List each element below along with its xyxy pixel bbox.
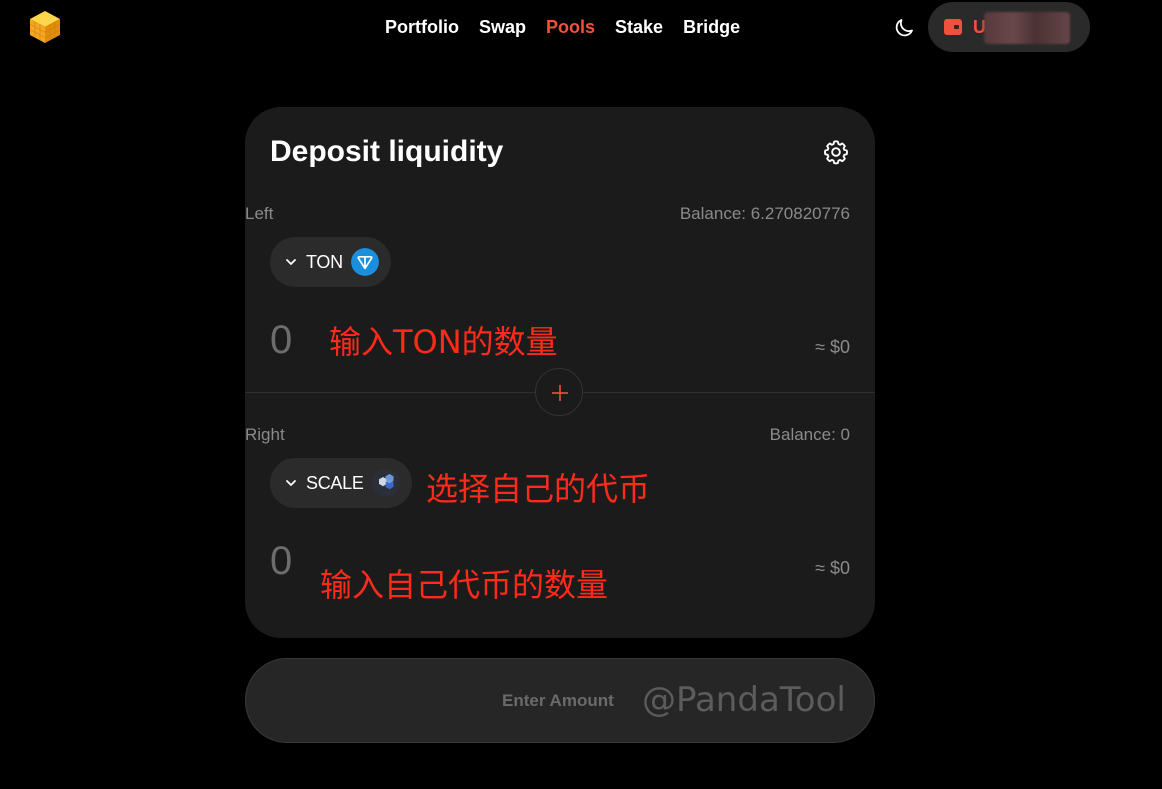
deposit-liquidity-card: Deposit liquidity Left Balance: 6.270820… (245, 107, 875, 638)
top-navigation-bar: Portfolio Swap Pools Stake Bridge U (0, 0, 1162, 56)
main-nav: Portfolio Swap Pools Stake Bridge (385, 17, 740, 38)
annotation-select-token: 选择自己的代币 (426, 470, 651, 508)
nav-stake[interactable]: Stake (615, 17, 663, 38)
page-title: Deposit liquidity (270, 135, 504, 168)
nav-bridge[interactable]: Bridge (683, 17, 740, 38)
right-usd-value: ≈ $0 (815, 558, 850, 578)
left-usd-value: ≈ $0 (815, 337, 850, 357)
right-balance: Balance: 0 (769, 425, 850, 444)
plus-button[interactable] (535, 368, 583, 416)
redacted-address (984, 12, 1070, 44)
annotation-enter-token-amount: 输入自己代币的数量 (320, 566, 609, 604)
enter-amount-button[interactable]: Enter Amount @PandaTool (245, 658, 875, 743)
nav-swap[interactable]: Swap (479, 17, 526, 38)
chevron-down-icon (286, 480, 296, 486)
left-balance: Balance: 6.270820776 (679, 204, 850, 223)
wallet-button[interactable]: U (928, 2, 1090, 52)
moon-icon[interactable] (892, 16, 916, 40)
annotation-enter-ton-amount: 输入TON的数量 (329, 323, 558, 361)
right-token-name: SCALE (306, 472, 364, 493)
gear-icon[interactable] (822, 138, 850, 166)
nav-pools[interactable]: Pools (546, 17, 595, 38)
watermark: @PandaTool (642, 680, 846, 720)
scale-token-icon (371, 469, 400, 497)
right-token-select[interactable]: SCALE (270, 458, 412, 508)
left-token-name: TON (306, 251, 343, 272)
cube-logo-icon[interactable] (27, 9, 63, 45)
ton-icon (350, 248, 379, 276)
left-token-select[interactable]: TON (270, 237, 391, 287)
left-label: Left (245, 204, 274, 223)
wallet-icon (944, 19, 962, 35)
right-label: Right (245, 425, 285, 444)
chevron-down-icon (286, 259, 296, 265)
plus-icon (552, 385, 568, 401)
enter-amount-label: Enter Amount (502, 691, 614, 710)
nav-portfolio[interactable]: Portfolio (385, 17, 459, 38)
